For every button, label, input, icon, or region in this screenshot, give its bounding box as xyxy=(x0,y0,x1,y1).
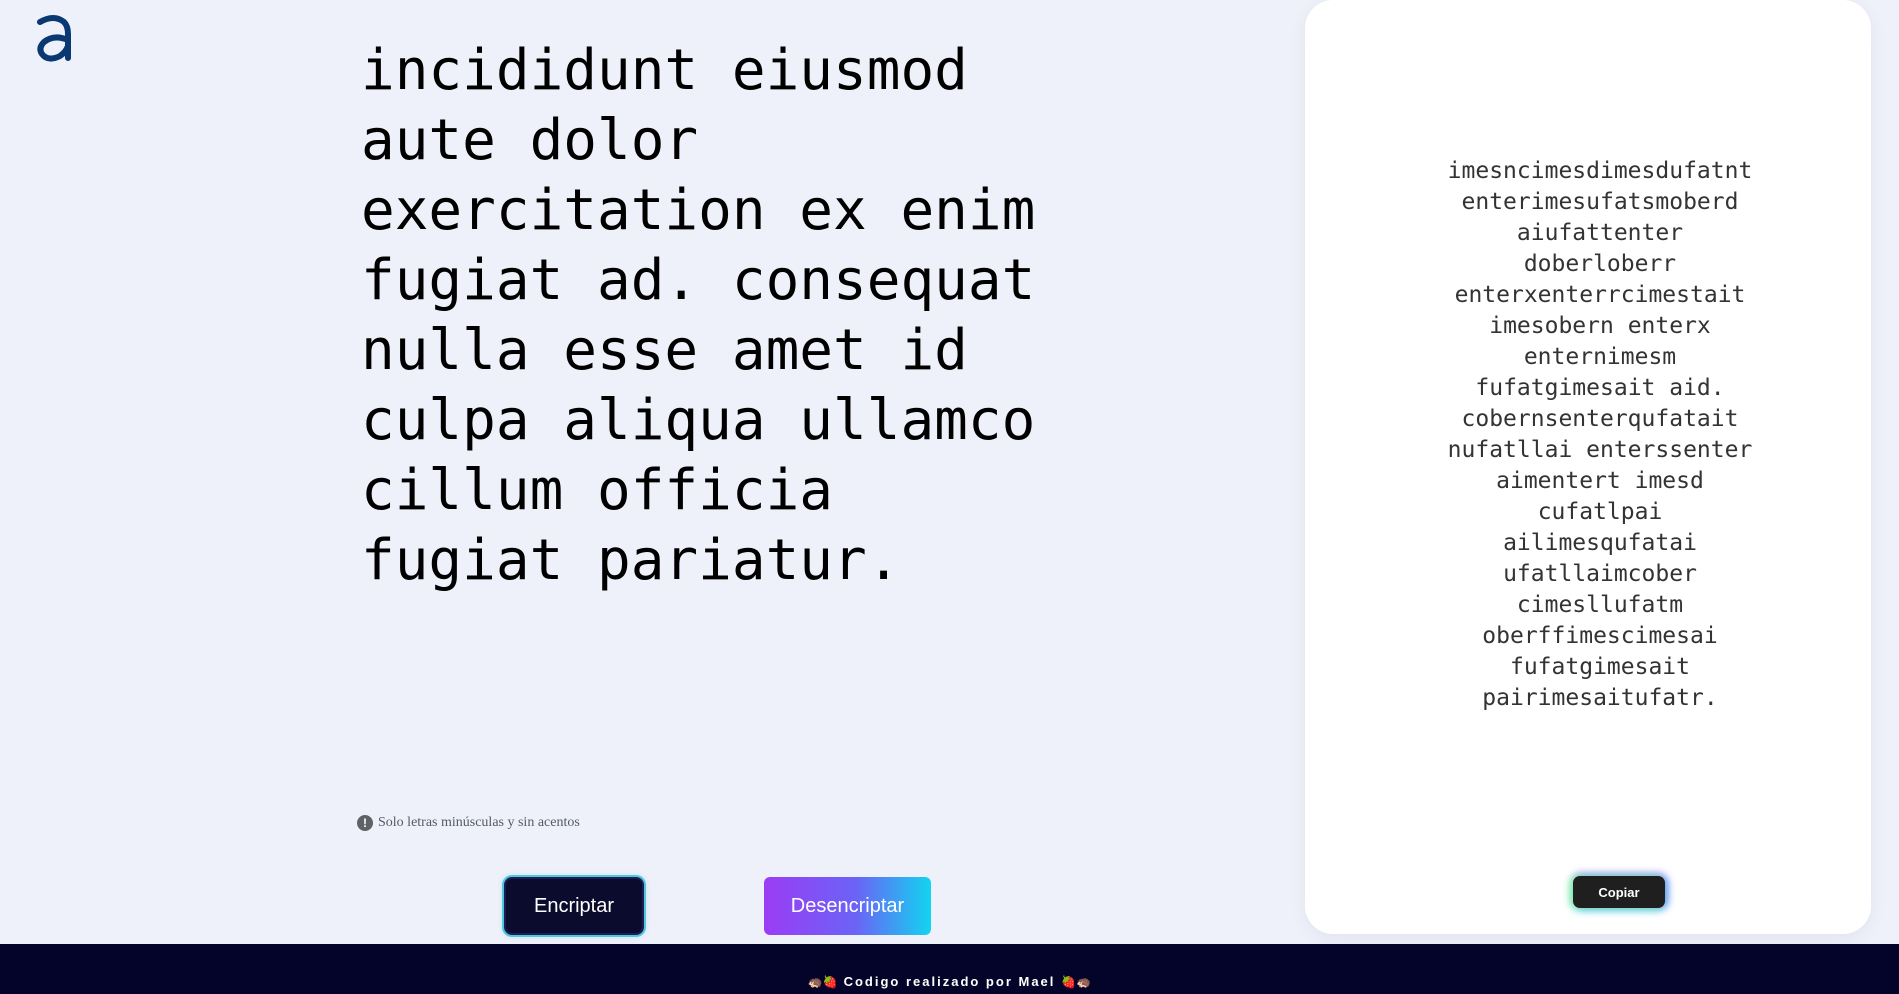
strawberry-hedgehog-icon: 🍓🦔 xyxy=(1061,974,1092,989)
input-hint: ! Solo letras minúsculas y sin acentos xyxy=(357,815,580,831)
app-page: incididunt eiusmod aute dolor exercitati… xyxy=(0,0,1899,994)
encrypt-button[interactable]: Encriptar xyxy=(504,877,644,935)
output-text: imesncimesdimesdufatnt enterimesufatsmob… xyxy=(1447,158,1767,711)
decrypt-button[interactable]: Desencriptar xyxy=(764,877,931,935)
hedgehog-strawberry-icon: 🦔🍓 xyxy=(807,974,838,989)
footer-credit-text: Codigo realizado por Mael xyxy=(843,974,1056,989)
hint-text: Solo letras minúsculas y sin acentos xyxy=(378,815,580,830)
exclamation-icon: ! xyxy=(357,815,373,831)
footer-content: 🦔🍓 Codigo realizado por Mael 🍓🦔 xyxy=(0,974,1899,989)
footer: 🦔🍓 Codigo realizado por Mael 🍓🦔 xyxy=(0,944,1899,994)
copy-button[interactable]: Copiar xyxy=(1573,876,1665,908)
alura-logo-icon xyxy=(37,15,71,62)
message-input-textarea[interactable]: incididunt eiusmod aute dolor exercitati… xyxy=(361,36,1041,596)
output-panel: imesncimesdimesdufatnt enterimesufatsmob… xyxy=(1305,0,1871,934)
